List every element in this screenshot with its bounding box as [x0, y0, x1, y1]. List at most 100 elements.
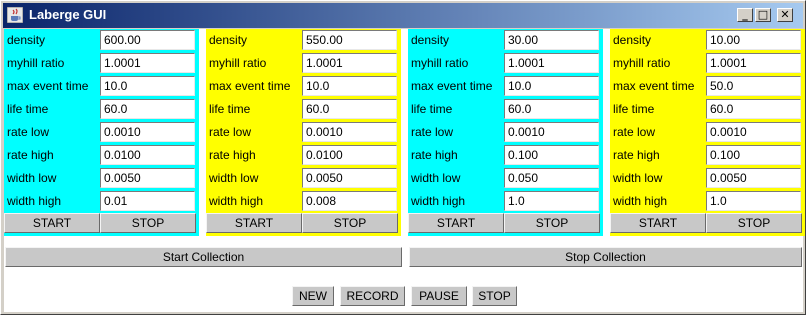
- label-width-high: width high: [7, 194, 62, 208]
- label-rate-low: rate low: [7, 125, 50, 139]
- parameter-panel-2: density myhill ratio max event time life…: [206, 29, 401, 236]
- life-time-field-4[interactable]: [706, 99, 801, 119]
- row-myhill-ratio: myhill ratio: [4, 52, 199, 75]
- width-high-field-2[interactable]: [302, 191, 397, 211]
- label-density: density: [613, 33, 652, 47]
- window-title: Laberge GUI: [29, 7, 107, 22]
- max-event-time-field-2[interactable]: [302, 76, 397, 96]
- row-myhill-ratio: myhill ratio: [206, 52, 401, 75]
- rate-low-field-3[interactable]: [504, 122, 599, 142]
- rate-high-field-2[interactable]: [302, 145, 397, 165]
- label-width-high: width high: [613, 194, 668, 208]
- label-density: density: [7, 33, 46, 47]
- label-width-high: width high: [209, 194, 264, 208]
- myhill-ratio-field-4[interactable]: [706, 53, 801, 73]
- density-field-3[interactable]: [504, 30, 599, 50]
- stop-button-3[interactable]: STOP: [504, 213, 600, 233]
- row-width-low: width low: [610, 167, 805, 190]
- row-rate-high: rate high: [610, 144, 805, 167]
- rate-low-field-2[interactable]: [302, 122, 397, 142]
- myhill-ratio-field-2[interactable]: [302, 53, 397, 73]
- label-width-low: width low: [613, 171, 663, 185]
- label-rate-high: rate high: [7, 148, 54, 162]
- row-width-low: width low: [206, 167, 401, 190]
- label-myhill-ratio: myhill ratio: [411, 56, 469, 70]
- width-high-field-3[interactable]: [504, 191, 599, 211]
- label-rate-low: rate low: [411, 125, 454, 139]
- row-rate-low: rate low: [4, 121, 199, 144]
- label-rate-low: rate low: [613, 125, 656, 139]
- stop-button-4[interactable]: STOP: [706, 213, 802, 233]
- row-width-high: width high: [4, 190, 199, 213]
- label-life-time: life time: [7, 102, 49, 116]
- label-density: density: [209, 33, 248, 47]
- close-button[interactable]: ✕: [777, 8, 793, 22]
- density-field-4[interactable]: [706, 30, 801, 50]
- rate-low-field-4[interactable]: [706, 122, 801, 142]
- label-rate-high: rate high: [209, 148, 256, 162]
- content-area: density myhill ratio max event time life…: [4, 29, 805, 312]
- stop-button-2[interactable]: STOP: [302, 213, 398, 233]
- width-low-field-1[interactable]: [100, 168, 195, 188]
- row-density: density: [206, 29, 401, 52]
- row-max-event-time: max event time: [610, 75, 805, 98]
- life-time-field-3[interactable]: [504, 99, 599, 119]
- label-myhill-ratio: myhill ratio: [613, 56, 671, 70]
- width-high-field-4[interactable]: [706, 191, 801, 211]
- myhill-ratio-field-1[interactable]: [100, 53, 195, 73]
- row-density: density: [4, 29, 199, 52]
- row-density: density: [610, 29, 805, 52]
- start-button-4[interactable]: START: [610, 213, 706, 233]
- row-myhill-ratio: myhill ratio: [408, 52, 603, 75]
- label-life-time: life time: [411, 102, 453, 116]
- row-rate-low: rate low: [408, 121, 603, 144]
- start-button-1[interactable]: START: [4, 213, 100, 233]
- java-cup-icon: [7, 7, 23, 23]
- label-myhill-ratio: myhill ratio: [209, 56, 267, 70]
- label-max-event-time: max event time: [7, 79, 89, 93]
- max-event-time-field-1[interactable]: [100, 76, 195, 96]
- label-max-event-time: max event time: [209, 79, 291, 93]
- label-width-low: width low: [7, 171, 57, 185]
- stop-button-1[interactable]: STOP: [100, 213, 196, 233]
- myhill-ratio-field-3[interactable]: [504, 53, 599, 73]
- width-low-field-3[interactable]: [504, 168, 599, 188]
- minimize-button[interactable]: _: [737, 8, 753, 22]
- row-max-event-time: max event time: [206, 75, 401, 98]
- row-myhill-ratio: myhill ratio: [610, 52, 805, 75]
- start-collection-button[interactable]: Start Collection: [5, 247, 402, 267]
- title-bar[interactable]: Laberge GUI _ □ ✕: [3, 3, 803, 28]
- row-rate-low: rate low: [610, 121, 805, 144]
- width-high-field-1[interactable]: [100, 191, 195, 211]
- width-low-field-2[interactable]: [302, 168, 397, 188]
- stop-collection-button[interactable]: Stop Collection: [409, 247, 802, 267]
- max-event-time-field-4[interactable]: [706, 76, 801, 96]
- row-density: density: [408, 29, 603, 52]
- rate-high-field-4[interactable]: [706, 145, 801, 165]
- rate-high-field-1[interactable]: [100, 145, 195, 165]
- maximize-button[interactable]: □: [755, 8, 771, 22]
- pause-button[interactable]: PAUSE: [411, 286, 467, 306]
- density-field-2[interactable]: [302, 30, 397, 50]
- row-max-event-time: max event time: [4, 75, 199, 98]
- row-width-high: width high: [610, 190, 805, 213]
- density-field-1[interactable]: [100, 30, 195, 50]
- rate-low-field-1[interactable]: [100, 122, 195, 142]
- life-time-field-1[interactable]: [100, 99, 195, 119]
- label-rate-low: rate low: [209, 125, 252, 139]
- stop-button[interactable]: STOP: [472, 286, 517, 306]
- life-time-field-2[interactable]: [302, 99, 397, 119]
- label-width-high: width high: [411, 194, 466, 208]
- label-density: density: [411, 33, 450, 47]
- start-button-3[interactable]: START: [408, 213, 504, 233]
- width-low-field-4[interactable]: [706, 168, 801, 188]
- max-event-time-field-3[interactable]: [504, 76, 599, 96]
- row-width-high: width high: [408, 190, 603, 213]
- new-button[interactable]: NEW: [292, 286, 334, 306]
- start-button-2[interactable]: START: [206, 213, 302, 233]
- record-button[interactable]: RECORD: [340, 286, 405, 306]
- row-rate-high: rate high: [206, 144, 401, 167]
- parameter-panel-4: density myhill ratio max event time life…: [610, 29, 805, 236]
- parameter-panel-1: density myhill ratio max event time life…: [4, 29, 199, 236]
- rate-high-field-3[interactable]: [504, 145, 599, 165]
